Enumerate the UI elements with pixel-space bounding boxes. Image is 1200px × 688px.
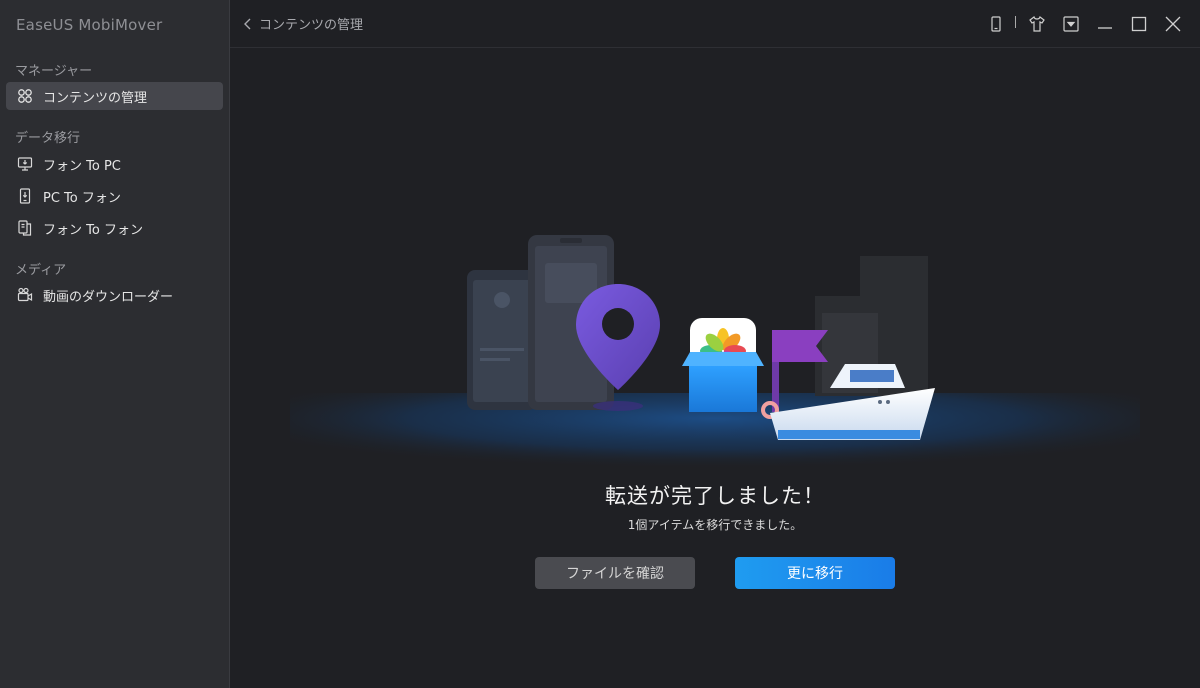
maximize-button[interactable] [1128,13,1150,35]
sidebar-item-phone-to-phone[interactable]: フォン To フォン [6,214,223,242]
sidebar-item-label: フォン To フォン [43,222,143,238]
sidebar-item-label: フォン To PC [43,158,121,174]
phone-to-phone-icon [16,219,34,237]
top-bar: コンテンツの管理 [230,0,1200,48]
minimize-button[interactable] [1094,13,1116,35]
pc-to-phone-icon [16,187,34,205]
transfer-more-button[interactable]: 更に移行 [735,557,895,589]
completion-subline: 1個アイテムを移行できました。 [627,518,803,532]
grid-icon [16,87,34,105]
chevron-left-icon [244,18,251,29]
back-button[interactable]: コンテンツの管理 [242,14,363,33]
phone-to-pc-icon [16,155,34,173]
view-files-button[interactable]: ファイルを確認 [535,557,695,589]
sidebar-item-label: 動画のダウンローダー [43,289,174,305]
maximize-icon [1131,16,1147,32]
app-title: EaseUS MobiMover [16,16,163,34]
menu-dropdown-button[interactable] [1060,13,1082,35]
close-icon [1165,16,1181,32]
close-button[interactable] [1162,13,1184,35]
back-label: コンテンツの管理 [259,18,364,33]
minimize-icon [1098,27,1112,29]
dropdown-icon [1063,16,1079,32]
sidebar-item-content-management[interactable]: コンテンツの管理 [6,82,223,110]
transfer-complete-illustration [290,235,1140,478]
section-label-media: メディア [15,263,67,278]
tshirt-icon [1029,16,1045,32]
section-label-data-transfer: データ移行 [15,131,81,146]
sidebar-item-label: コンテンツの管理 [43,90,148,106]
sidebar-item-video-downloader[interactable]: 動画のダウンローダー [6,281,223,309]
video-camera-icon [16,286,34,304]
sidebar-item-label: PC To フォン [43,190,121,206]
device-icon [991,16,1001,32]
toolbar-separator [1015,16,1016,28]
device-button[interactable] [985,13,1007,35]
main-panel: 転送が完了しました！ 1個アイテムを移行できました。 ファイルを確認 更に移行 [230,48,1200,688]
completion-headline: 転送が完了しました！ [605,484,825,508]
sidebar-item-pc-to-phone[interactable]: PC To フォン [6,182,223,210]
sidebar: EaseUS MobiMover マネージャー コンテンツの管理 データ移行 フ… [0,0,230,688]
section-label-manager: マネージャー [15,64,93,79]
skin-button[interactable] [1026,13,1048,35]
sidebar-item-phone-to-pc[interactable]: フォン To PC [6,150,223,178]
